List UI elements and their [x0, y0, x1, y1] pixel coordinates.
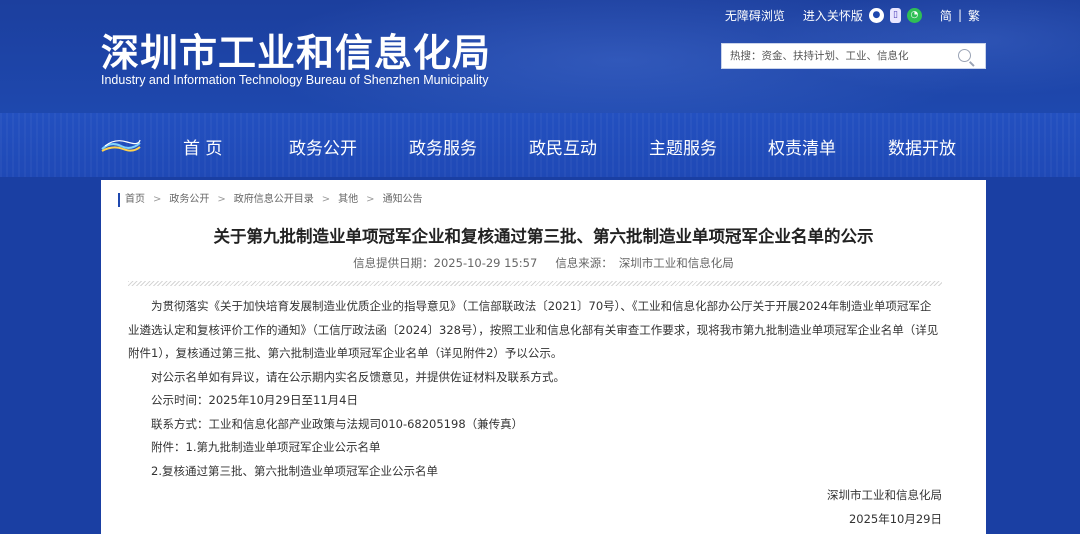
site-subtitle: Industry and Information Technology Bure… — [101, 73, 489, 87]
body-paragraph: 为贯彻落实《关于加快培育发展制造业优质企业的指导意见》（工信部联政法〔2021〕… — [128, 299, 939, 360]
body-paragraph: 公示时间：2025年10月29日至11月4日 — [151, 393, 358, 407]
breadcrumb-separator: > — [366, 194, 375, 205]
site-header: 深圳市工业和信息化局 Industry and Information Tech… — [0, 0, 1080, 113]
article-date: 信息提供日期：2025-10-29 15:57 — [353, 256, 538, 270]
traditional-chinese-link[interactable]: 繁 — [968, 7, 980, 24]
site-title[interactable]: 深圳市工业和信息化局 — [101, 22, 491, 77]
breadcrumb-separator: > — [321, 194, 331, 205]
main-nav: 首 页 政务公开 政务服务 政民互动 主题服务 权责清单 数据开放 — [0, 113, 1080, 177]
article-card: 首页 > 政务公开 > 政府信息公开目录 > 其他 > 通知公告 关于第九批制造业单项冠军企业和… — [101, 180, 986, 534]
title-divider — [128, 281, 942, 286]
article-meta: 信息提供日期：2025-10-29 15:57 信息来源： 深圳市工业和信息化局 — [101, 255, 986, 271]
breadcrumb-separator: > — [217, 194, 226, 205]
search-input[interactable] — [730, 48, 950, 64]
article-source: 深圳市工业和信息化局 — [618, 256, 734, 270]
language-separator: | — [957, 8, 962, 22]
care-version-link[interactable]: 进入关怀版 — [803, 7, 863, 24]
nav-item-interaction[interactable]: 政民互动 — [529, 134, 597, 159]
attachment-link-2[interactable]: 2.复核通过第三批、第六批制造业单项冠军企业公示名单 — [128, 460, 942, 484]
accessible-browse-link[interactable]: 无障碍浏览 — [725, 7, 785, 24]
sign-date: 2025年10月29日 — [848, 512, 942, 526]
simplified-chinese-link[interactable]: 简 — [940, 7, 952, 24]
nav-item-home[interactable]: 首 页 — [183, 134, 222, 159]
nav-item-government-affairs[interactable]: 政务公开 — [289, 134, 357, 159]
breadcrumb-info-catalog[interactable]: 政府信息公开目录 — [234, 194, 314, 205]
breadcrumb-notices[interactable]: 通知公告 — [383, 194, 423, 205]
article-title: 关于第九批制造业单项冠军企业和复核通过第三批、第六批制造业单项冠军企业名单的公示 — [213, 227, 874, 246]
attachment-link-1[interactable]: 附件：1.第九批制造业单项冠军企业公示名单 — [128, 436, 942, 460]
city-logo-icon — [101, 139, 141, 152]
breadcrumb-separator: > — [153, 194, 162, 205]
nav-item-open-data[interactable]: 数据开放 — [888, 134, 956, 159]
weibo-icon[interactable]: ● — [868, 7, 884, 23]
article-body: 为贯彻落实《关于加快培育发展制造业优质企业的指导意见》（工信部联政法〔2021〕… — [128, 295, 942, 483]
signature: 深圳市工业和信息化局 — [827, 488, 942, 502]
breadcrumb-home[interactable]: 首页 — [125, 194, 145, 205]
search-icon[interactable] — [958, 49, 971, 62]
article-source-label: 信息来源： — [555, 256, 613, 270]
nav-item-government-services[interactable]: 政务服务 — [409, 134, 477, 159]
breadcrumb: 首页 > 政务公开 > 政府信息公开目录 > 其他 > 通知公告 — [118, 193, 423, 207]
wechat-icon[interactable]: ◔ — [906, 7, 922, 23]
breadcrumb-government-affairs[interactable]: 政务公开 — [169, 194, 209, 205]
mobile-icon[interactable]: ▯ — [889, 7, 901, 23]
breadcrumb-other[interactable]: 其他 — [338, 194, 358, 205]
nav-item-topic-services[interactable]: 主题服务 — [649, 134, 717, 159]
search-box — [721, 43, 986, 69]
body-paragraph: 对公示名单如有异议，请在公示期内实名反馈意见，并提供佐证材料及联系方式。 — [151, 369, 565, 384]
nav-item-power-list[interactable]: 权责清单 — [768, 134, 836, 159]
top-toolbar: 无障碍浏览 进入关怀版 ● ▯ ◔ 简 | 繁 — [725, 7, 980, 23]
body-paragraph: 联系方式：工业和信息化部产业政策与法规司010-68205198（兼传真） — [151, 416, 524, 431]
